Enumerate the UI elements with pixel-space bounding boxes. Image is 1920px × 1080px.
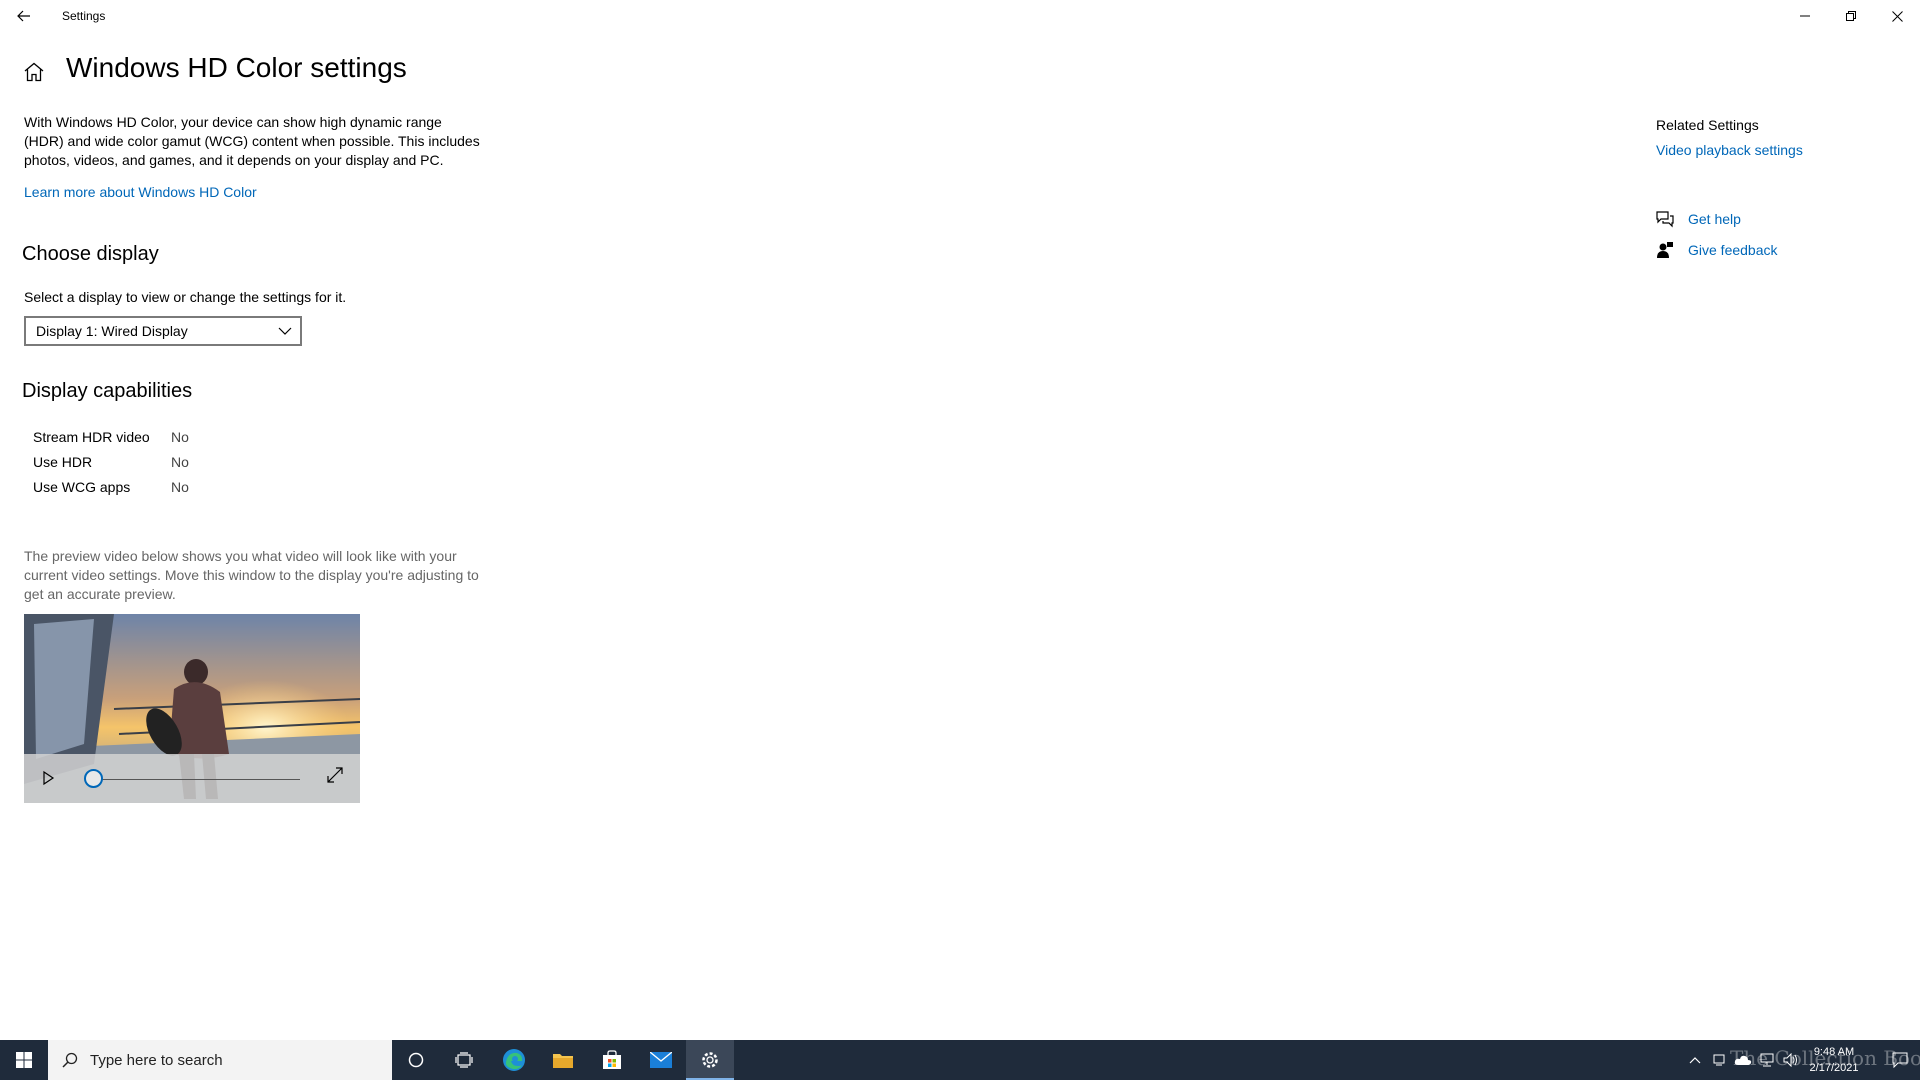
network-button[interactable] [1755, 1040, 1779, 1080]
video-playback-settings-link[interactable]: Video playback settings [1656, 142, 1803, 158]
taskbar: Type here to search The Collection Book … [0, 1040, 1920, 1080]
related-settings: Related Settings Video playback settings [1656, 117, 1803, 158]
display-dropdown[interactable]: Display 1: Wired Display [24, 316, 302, 346]
tray-device-button[interactable] [1707, 1040, 1731, 1080]
get-help-item[interactable]: Get help [1656, 210, 1741, 228]
capability-row: Use HDR No [33, 449, 189, 474]
play-icon [43, 770, 55, 786]
store-button[interactable] [588, 1040, 636, 1080]
choose-display-label: Select a display to view or change the s… [24, 289, 347, 305]
store-bag-icon [603, 1050, 621, 1069]
minimize-button[interactable] [1782, 0, 1828, 32]
video-controls [24, 754, 360, 803]
preview-note: The preview video below shows you what v… [24, 548, 479, 602]
seek-bar[interactable] [94, 779, 300, 780]
home-button[interactable] [23, 62, 45, 82]
restore-button[interactable] [1828, 0, 1874, 32]
chat-help-icon [1656, 211, 1674, 228]
capabilities-list: Stream HDR video No Use HDR No Use WCG a… [33, 424, 189, 499]
fullscreen-icon [327, 767, 343, 783]
edge-button[interactable] [490, 1040, 538, 1080]
capability-value: No [171, 428, 189, 445]
capability-name: Use WCG apps [33, 478, 131, 495]
restore-icon [1846, 11, 1856, 21]
notification-icon [1892, 1052, 1908, 1068]
capability-name: Stream HDR video [33, 428, 150, 445]
folder-icon [553, 1054, 573, 1068]
onedrive-button[interactable] [1731, 1040, 1755, 1080]
capability-value: No [171, 478, 189, 495]
display-capabilities-heading: Display capabilities [22, 380, 193, 402]
network-icon [1760, 1053, 1774, 1067]
fullscreen-button[interactable] [326, 766, 344, 784]
choose-display-heading: Choose display [22, 243, 159, 265]
give-feedback-item[interactable]: Give feedback [1656, 241, 1778, 259]
capability-value: No [171, 453, 189, 470]
mail-button[interactable] [637, 1040, 685, 1080]
cloud-icon [1734, 1055, 1752, 1065]
display-dropdown-value: Display 1: Wired Display [36, 323, 188, 339]
settings-taskbar-button[interactable] [686, 1040, 734, 1080]
learn-more-link[interactable]: Learn more about Windows HD Color [24, 184, 257, 200]
related-settings-heading: Related Settings [1656, 117, 1759, 133]
file-explorer-button[interactable] [539, 1040, 587, 1080]
close-button[interactable] [1874, 0, 1920, 32]
chevron-up-icon [1689, 1057, 1701, 1064]
action-center-button[interactable] [1880, 1040, 1920, 1080]
back-arrow-icon [17, 10, 30, 22]
cortana-icon [408, 1052, 424, 1068]
taskbar-clock[interactable]: 9:48 AM 2/17/2021 [1790, 1044, 1878, 1076]
minimize-icon [1800, 15, 1810, 17]
cortana-button[interactable] [392, 1040, 440, 1080]
task-view-button[interactable] [440, 1040, 488, 1080]
windows-logo-icon [16, 1052, 32, 1068]
feedback-person-icon [1657, 242, 1673, 258]
capability-row: Use WCG apps No [33, 474, 189, 499]
search-icon [62, 1052, 78, 1068]
give-feedback-link[interactable]: Give feedback [1688, 242, 1778, 258]
device-icon [1713, 1054, 1725, 1066]
seek-thumb[interactable] [84, 769, 103, 788]
capability-row: Stream HDR video No [33, 424, 189, 449]
capability-name: Use HDR [33, 453, 93, 470]
search-placeholder: Type here to search [90, 1051, 223, 1069]
preview-video[interactable] [24, 614, 360, 803]
hd-color-description: With Windows HD Color, your device can s… [24, 114, 480, 168]
close-icon [1891, 10, 1903, 22]
clock-time: 9:48 AM [1813, 1046, 1855, 1058]
chevron-down-icon [278, 327, 292, 335]
start-button[interactable] [0, 1040, 48, 1080]
gear-icon [702, 1052, 718, 1068]
back-button[interactable] [0, 0, 48, 32]
mail-icon [650, 1052, 672, 1068]
tray-overflow-button[interactable] [1683, 1040, 1707, 1080]
page-title: Windows HD Color settings [66, 52, 407, 83]
taskbar-search[interactable]: Type here to search [48, 1040, 392, 1080]
task-view-icon [455, 1052, 473, 1068]
home-icon [24, 62, 44, 82]
clock-date: 2/17/2021 [1809, 1062, 1859, 1074]
app-title: Settings [62, 9, 106, 23]
edge-browser-icon [503, 1049, 525, 1071]
get-help-link[interactable]: Get help [1688, 211, 1741, 227]
title-bar: Settings [0, 0, 1920, 32]
settings-window: Settings Windows HD Color settings With … [0, 0, 1920, 1040]
play-button[interactable] [38, 768, 58, 788]
